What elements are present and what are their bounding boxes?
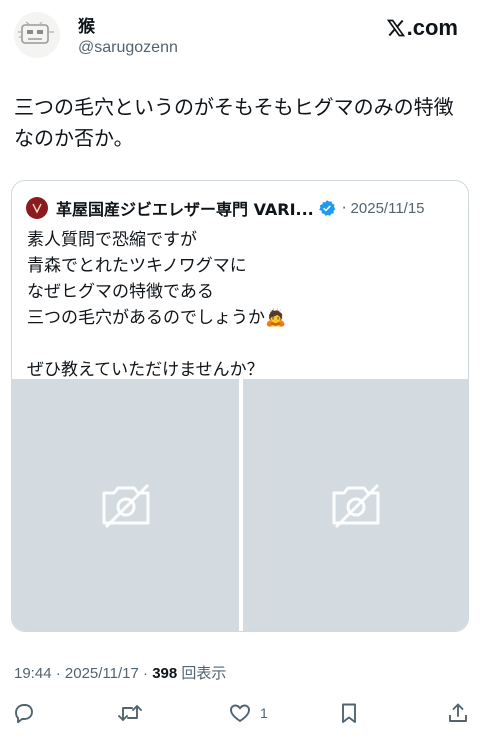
share-button[interactable]	[446, 701, 470, 725]
brand-logo-icon	[32, 203, 42, 214]
view-count-label: 回表示	[181, 665, 227, 682]
bookmark-button[interactable]	[337, 701, 361, 725]
like-count: 1	[260, 705, 268, 721]
meta-separator: ·	[55, 665, 61, 682]
x-logo-icon	[386, 19, 405, 37]
quote-date: 2025/11/15	[350, 199, 425, 217]
quote-author-name: 革屋国産ジビエレザー専門 VARI...	[56, 200, 314, 219]
tweet-date[interactable]: 2025/11/17	[65, 665, 139, 682]
bookmark-icon	[342, 703, 356, 723]
quote-header: 革屋国産ジビエレザー専門 VARI... · 2025/11/15	[26, 196, 456, 220]
share-icon	[449, 703, 467, 722]
like-button[interactable]: 1	[228, 701, 268, 725]
meta-separator: ·	[143, 665, 149, 682]
quote-text: 素人質問で恐縮ですが 青森でとれたツキノワグマに なぜヒグマの特徴である 三つの…	[27, 230, 287, 380]
tweet-header: 猴 @sarugozenn .com	[0, 0, 480, 70]
quoted-tweet[interactable]: 革屋国産ジビエレザー専門 VARI... · 2025/11/15 素人質問で恐…	[11, 180, 469, 632]
tweet-time[interactable]: 19:44	[14, 665, 52, 682]
author-handle[interactable]: @sarugozenn	[78, 39, 178, 57]
verified-badge-icon	[318, 199, 336, 217]
reply-icon	[15, 704, 33, 724]
author-display-name[interactable]: 猴	[78, 12, 95, 37]
heart-icon	[230, 704, 250, 722]
media-placeholder[interactable]	[12, 379, 239, 631]
x-brand: .com	[386, 15, 458, 41]
media-placeholder[interactable]	[243, 379, 468, 631]
repost-icon	[118, 705, 142, 721]
image-unavailable-icon	[332, 483, 379, 529]
quote-separator: ·	[341, 199, 347, 217]
brand-domain: .com	[406, 15, 458, 40]
quote-author-avatar	[26, 197, 48, 219]
reply-button[interactable]	[12, 701, 36, 725]
view-count: 398	[152, 665, 178, 682]
tweet-metadata: 19:44 · 2025/11/17 · 398 回表示	[14, 662, 226, 683]
image-unavailable-icon	[102, 483, 149, 529]
repost-button[interactable]	[117, 701, 143, 725]
quote-media-grid	[12, 379, 468, 631]
tweet-text: 三つの毛穴というのがそもそもヒグマのみの特徴なのか否か。	[14, 95, 454, 150]
author-avatar[interactable]	[14, 12, 60, 58]
action-bar: 1	[0, 697, 480, 731]
sketch-face-avatar-icon	[18, 21, 54, 44]
